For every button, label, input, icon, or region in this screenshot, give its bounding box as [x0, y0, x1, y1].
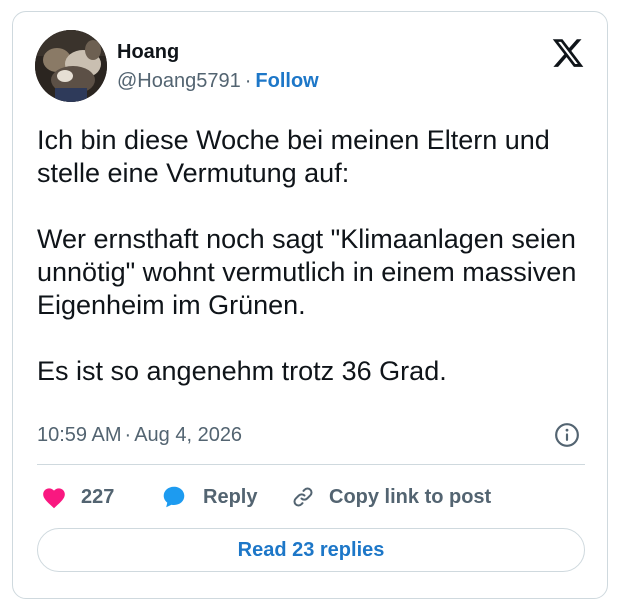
timestamp-separator: · — [124, 424, 132, 446]
info-icon[interactable] — [554, 422, 580, 448]
copy-link-label: Copy link to post — [329, 485, 492, 508]
tweet-date: Aug 4, 2026 — [134, 424, 243, 446]
tweet-timestamp[interactable]: 10:59 AM · Aug 4, 2026 — [37, 423, 242, 447]
read-replies-button[interactable]: Read 23 replies — [37, 528, 585, 572]
divider — [37, 464, 585, 465]
heart-icon — [43, 488, 65, 509]
tweet-paragraph: Ich bin diese Woche bei meinen Eltern un… — [37, 125, 550, 188]
like-button[interactable]: 227 — [41, 482, 114, 512]
author-handle[interactable]: @Hoang5791 — [117, 70, 241, 92]
meta-separator: · — [244, 70, 252, 92]
tweet-time: 10:59 AM — [37, 424, 122, 446]
tweet-card: Hoang @Hoang5791 · Follow Ich bin diese Wo… — [12, 11, 608, 599]
avatar-photo — [35, 30, 107, 102]
author-meta: @Hoang5791 · Follow — [117, 69, 319, 93]
copy-link-button[interactable]: Copy link to post — [291, 482, 491, 512]
follow-button[interactable]: Follow — [255, 70, 318, 92]
reply-bubble-icon — [163, 486, 185, 508]
author-name[interactable]: Hoang — [117, 40, 179, 64]
reply-button[interactable]: Reply — [161, 482, 257, 512]
tweet-text: Ich bin diese Woche bei meinen Eltern un… — [37, 124, 593, 388]
like-count: 227 — [81, 485, 115, 508]
tweet-paragraph: Es ist so angenehm trotz 36 Grad. — [37, 356, 447, 386]
reply-label: Reply — [203, 485, 258, 508]
avatar[interactable] — [35, 30, 107, 102]
tweet-paragraph: Wer ernsthaft noch sagt "Klimaanlagen se… — [37, 224, 577, 320]
x-logo-icon[interactable] — [551, 36, 585, 70]
link-icon — [293, 487, 313, 507]
